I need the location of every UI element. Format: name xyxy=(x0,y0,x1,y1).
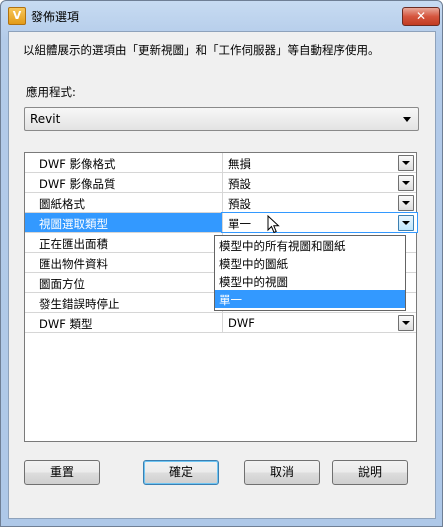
property-name: 視圖選取類型 xyxy=(39,217,108,231)
option-label: 模型中的圖紙 xyxy=(219,257,288,271)
property-value-cell[interactable]: 預設 xyxy=(222,193,417,212)
property-name: 正在匯出面積 xyxy=(39,237,108,251)
property-value: 無損 xyxy=(228,157,251,171)
property-row[interactable]: DWF 影像品質 預設 xyxy=(25,173,416,193)
property-value-cell[interactable]: 單一 xyxy=(221,212,418,233)
dropdown-option-highlighted[interactable]: 單一 xyxy=(215,290,405,308)
property-name: DWF 類型 xyxy=(39,317,93,331)
property-name: 匯出物件資料 xyxy=(39,257,108,271)
property-name: 發生錯誤時停止 xyxy=(39,297,120,311)
cancel-button[interactable]: 取消 xyxy=(244,460,320,485)
property-name: 圖面方位 xyxy=(39,277,85,291)
property-value-cell[interactable]: 無損 xyxy=(222,153,417,172)
option-label: 模型中的視圖 xyxy=(219,275,288,289)
property-name: DWF 影像品質 xyxy=(39,177,116,191)
dropdown-arrow-icon[interactable] xyxy=(398,155,414,171)
app-logo-icon: V xyxy=(8,7,26,25)
dropdown-arrow-icon[interactable] xyxy=(398,195,414,211)
property-row-selected[interactable]: 視圖選取類型 單一 xyxy=(25,212,418,233)
ok-button[interactable]: 確定 xyxy=(143,460,219,485)
close-button[interactable]: ✕ xyxy=(402,7,440,26)
dropdown-arrow-icon[interactable] xyxy=(398,175,414,191)
application-select[interactable]: Revit xyxy=(24,107,419,131)
reset-button[interactable]: 重置 xyxy=(24,460,100,485)
dropdown-option[interactable]: 模型中的圖紙 xyxy=(215,254,405,272)
property-value: DWF xyxy=(228,316,255,330)
view-selection-dropdown-list: 模型中的所有視圖和圖紙 模型中的圖紙 模型中的視圖 單一 xyxy=(214,235,406,311)
publish-options-dialog: V 發佈選項 ✕ 以組體展示的選項由「更新視圖」和「工作伺服器」等自動程序使用。… xyxy=(0,0,443,527)
application-select-value: Revit xyxy=(30,112,61,126)
property-value: 預設 xyxy=(228,197,251,211)
window-title: 發佈選項 xyxy=(31,10,80,24)
mouse-cursor-icon xyxy=(267,215,280,234)
dropdown-arrow-icon[interactable] xyxy=(398,315,414,331)
property-name: DWF 影像格式 xyxy=(39,157,116,171)
dropdown-arrow-icon[interactable] xyxy=(398,215,414,231)
application-label: 應用程式: xyxy=(26,85,76,99)
property-row[interactable]: 圖紙格式 預設 xyxy=(25,193,416,213)
chevron-down-icon xyxy=(403,117,411,122)
property-row[interactable]: DWF 類型 DWF xyxy=(25,313,416,333)
property-value: 預設 xyxy=(228,177,251,191)
dropdown-option[interactable]: 模型中的視圖 xyxy=(215,272,405,290)
property-value-cell[interactable]: DWF xyxy=(222,313,417,332)
property-value: 單一 xyxy=(228,217,251,231)
property-value-cell[interactable]: 預設 xyxy=(222,173,417,192)
option-label: 單一 xyxy=(219,293,242,307)
option-label: 模型中的所有視圖和圖紙 xyxy=(219,239,346,253)
dropdown-option[interactable]: 模型中的所有視圖和圖紙 xyxy=(215,236,405,254)
property-row[interactable]: DWF 影像格式 無損 xyxy=(25,153,416,173)
close-icon: ✕ xyxy=(415,9,427,23)
title-bar: V 發佈選項 ✕ xyxy=(1,1,442,31)
help-button[interactable]: 說明 xyxy=(332,460,408,485)
description-text: 以組體展示的選項由「更新視圖」和「工作伺服器」等自動程序使用。 xyxy=(23,43,380,57)
property-name: 圖紙格式 xyxy=(39,197,85,211)
